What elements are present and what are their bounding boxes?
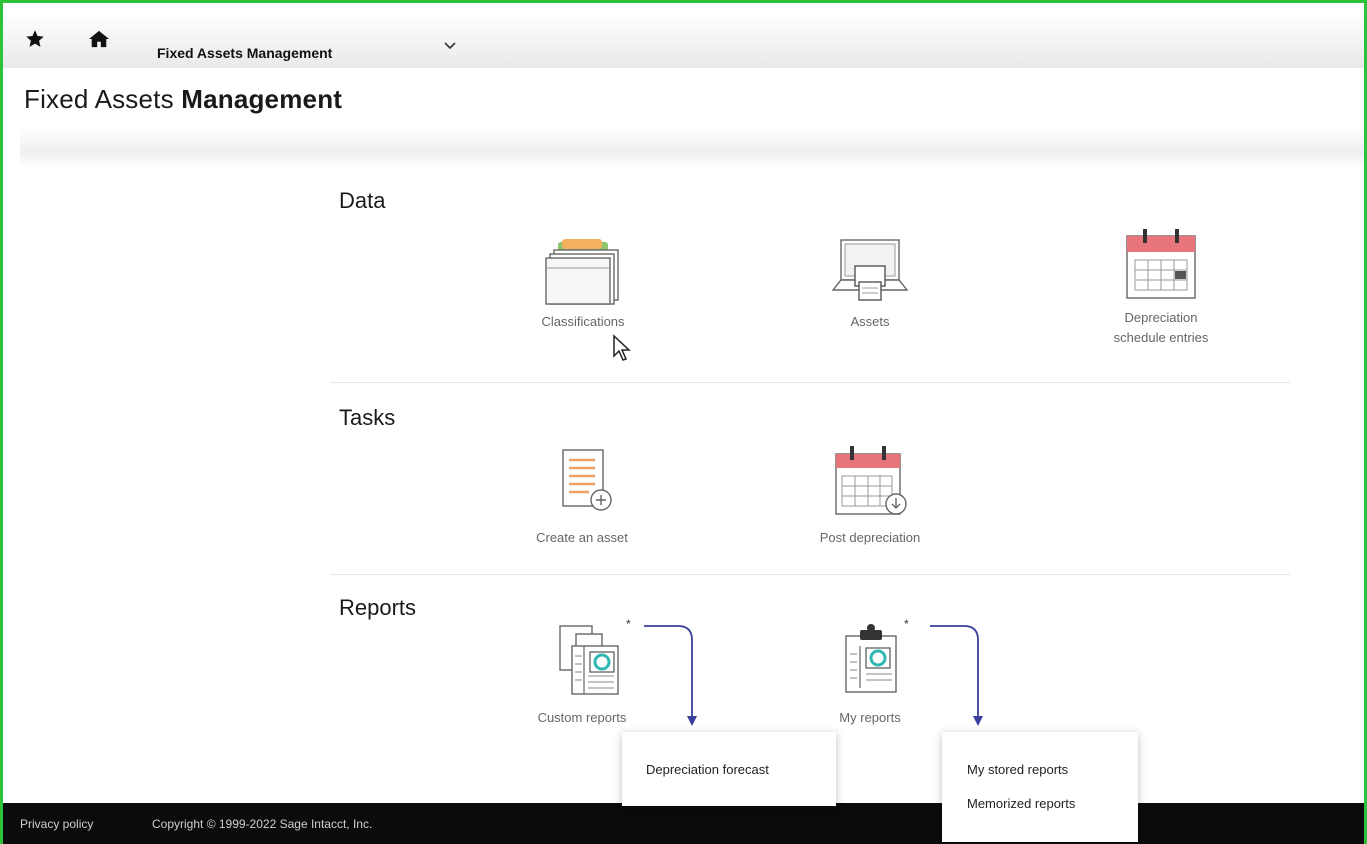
page-title: Fixed Assets Management bbox=[24, 84, 343, 114]
my-reports-menu: My stored reports Memorized reports bbox=[942, 732, 1138, 842]
custom-reports-menu: Depreciation forecast bbox=[622, 732, 836, 806]
connector-arrow-my bbox=[930, 625, 983, 726]
privacy-policy-link[interactable]: Privacy policy bbox=[20, 817, 93, 831]
star-icon[interactable] bbox=[22, 24, 48, 54]
tile-custom-reports[interactable]: * Custom reports bbox=[512, 616, 652, 728]
section-title-reports: Reports bbox=[339, 595, 417, 620]
menu-item-my-stored-reports[interactable]: My stored reports bbox=[967, 762, 1068, 777]
new-asterisk: * bbox=[904, 617, 909, 631]
header-band bbox=[20, 128, 1367, 168]
section-title-tasks: Tasks bbox=[339, 405, 396, 430]
section-title-data: Data bbox=[339, 188, 386, 213]
home-icon[interactable] bbox=[84, 24, 114, 54]
tile-label-line1: Depreciation bbox=[1124, 310, 1198, 325]
custom-reports-icon: * bbox=[559, 617, 631, 695]
tile-label: Create an asset bbox=[536, 530, 628, 545]
tile-label: Custom reports bbox=[537, 710, 627, 725]
tile-label: Classifications bbox=[541, 314, 625, 329]
tile-depreciation-schedule-entries[interactable]: Depreciation schedule entries bbox=[1090, 226, 1232, 348]
connector-arrow-custom bbox=[644, 625, 697, 726]
calendar-download-icon bbox=[835, 446, 907, 515]
computer-printer-icon bbox=[831, 239, 909, 301]
menu-item-memorized-reports[interactable]: Memorized reports bbox=[967, 796, 1075, 811]
tile-classifications[interactable]: Classifications bbox=[518, 236, 648, 332]
tile-label: Assets bbox=[850, 314, 890, 329]
tile-create-an-asset[interactable]: Create an asset bbox=[512, 446, 652, 548]
tile-post-depreciation[interactable]: Post depreciation bbox=[800, 442, 940, 548]
tile-label: My reports bbox=[839, 710, 901, 725]
breadcrumb[interactable]: Fixed Assets Management bbox=[157, 45, 332, 61]
copyright-text: Copyright © 1999-2022 Sage Intacct, Inc. bbox=[152, 817, 373, 831]
tile-label-line2: schedule entries bbox=[1113, 330, 1209, 345]
tile-label: Post depreciation bbox=[819, 530, 921, 545]
menu-item-depreciation-forecast[interactable]: Depreciation forecast bbox=[646, 762, 769, 777]
clipboard-report-icon: * bbox=[845, 617, 909, 693]
folders-icon bbox=[545, 239, 619, 305]
chevron-down-icon[interactable] bbox=[444, 38, 456, 53]
section-divider bbox=[330, 574, 1290, 575]
section-divider bbox=[330, 382, 1290, 383]
tile-assets[interactable]: Assets bbox=[820, 236, 920, 332]
footer: Privacy policy Copyright © 1999-2022 Sag… bbox=[0, 803, 1367, 844]
document-add-icon bbox=[562, 449, 612, 511]
tile-my-reports[interactable]: * My reports bbox=[800, 616, 940, 728]
calendar-icon bbox=[1126, 229, 1196, 299]
new-asterisk: * bbox=[626, 617, 631, 631]
mouse-cursor-icon bbox=[613, 334, 631, 361]
top-navigation-bar: Fixed Assets Management bbox=[0, 12, 1367, 68]
